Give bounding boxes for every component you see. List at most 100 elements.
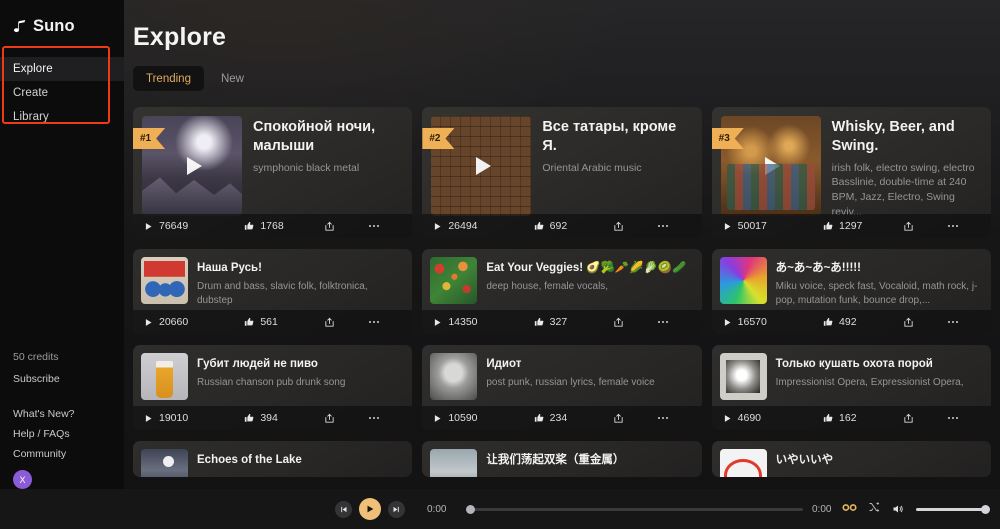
track-artwork[interactable] bbox=[141, 449, 188, 477]
track-card[interactable]: Идиот post punk, russian lyrics, female v… bbox=[422, 345, 702, 430]
link-help-faqs[interactable]: Help / FAQs bbox=[13, 424, 124, 444]
share-button[interactable] bbox=[324, 317, 368, 328]
shuffle-icon[interactable] bbox=[868, 500, 880, 518]
share-button[interactable] bbox=[324, 413, 368, 424]
seek-track bbox=[466, 507, 803, 511]
share-button[interactable] bbox=[613, 317, 657, 328]
share-icon bbox=[613, 221, 624, 232]
like-count-value: 1297 bbox=[839, 220, 863, 232]
sidebar-item-create[interactable]: Create bbox=[0, 81, 124, 105]
card-body: Губит людей не пиво Russian chanson pub d… bbox=[133, 345, 412, 400]
more-options-button[interactable] bbox=[368, 224, 401, 228]
track-card[interactable]: いやいいや bbox=[711, 441, 991, 477]
play-icon bbox=[144, 318, 153, 327]
more-options-button[interactable] bbox=[947, 320, 980, 324]
share-button[interactable] bbox=[903, 317, 947, 328]
like-count-value: 234 bbox=[549, 412, 568, 424]
sidebar-item-explore[interactable]: Explore bbox=[0, 57, 124, 81]
more-options-button[interactable] bbox=[947, 224, 980, 228]
track-title: Идиот bbox=[486, 358, 522, 370]
app-logo[interactable]: Suno bbox=[0, 11, 124, 41]
track-card[interactable]: #2 Все татары, кроме Я. Oriental Arabic mu… bbox=[422, 107, 702, 238]
subscribe-link[interactable]: Subscribe bbox=[13, 368, 124, 390]
play-count-value: 26494 bbox=[448, 220, 478, 232]
track-card[interactable]: Только кушать охота порой Impressionist O… bbox=[711, 345, 991, 430]
skip-back-button[interactable] bbox=[335, 500, 352, 518]
tab-trending[interactable]: Trending bbox=[133, 66, 204, 91]
link-community[interactable]: Community bbox=[13, 444, 124, 464]
play-count: 20660 bbox=[144, 316, 244, 328]
play-count-value: 10590 bbox=[448, 412, 478, 424]
share-icon bbox=[613, 317, 624, 328]
share-button[interactable] bbox=[903, 221, 947, 232]
transport-controls bbox=[335, 498, 405, 520]
sidebar-item-library[interactable]: Library bbox=[0, 105, 124, 129]
track-title: Наша Русь! bbox=[197, 262, 262, 274]
track-card[interactable]: Echoes of the Lake bbox=[133, 441, 413, 477]
seek-handle[interactable] bbox=[466, 504, 475, 514]
volume-slider[interactable] bbox=[916, 504, 990, 514]
footer-links: What's New? Help / FAQs Community bbox=[0, 404, 124, 464]
play-icon bbox=[433, 414, 442, 423]
track-meta: 让我们荡起双桨（重金属） bbox=[486, 449, 693, 477]
track-card[interactable]: あ~あ~あ~あ!!!!! Miku voice, speck fast, Voca… bbox=[711, 249, 991, 334]
track-card[interactable]: Eat Your Veggies! 🥑🥦🥕🌽🥬🥝🥒 deep house, fem… bbox=[422, 249, 702, 334]
track-title: Только кушать охота порой bbox=[775, 358, 933, 370]
tab-label: New bbox=[220, 72, 244, 85]
player-right-controls bbox=[842, 500, 1000, 518]
more-options-button[interactable] bbox=[657, 320, 690, 324]
share-icon bbox=[324, 317, 335, 328]
play-button[interactable] bbox=[359, 498, 381, 520]
share-icon bbox=[903, 221, 914, 232]
card-footer: 4690 162 bbox=[711, 406, 991, 430]
track-title: あ~あ~あ~あ!!!!! bbox=[775, 262, 861, 274]
like-count-value: 492 bbox=[839, 316, 857, 328]
track-card[interactable]: #3 Whisky, Beer, and Swing. irish folk, el… bbox=[711, 107, 991, 238]
share-button[interactable] bbox=[613, 221, 657, 232]
share-icon bbox=[324, 413, 335, 424]
track-artwork[interactable] bbox=[430, 449, 478, 477]
thumbs-up-icon bbox=[534, 221, 544, 231]
play-icon bbox=[433, 318, 442, 327]
track-artwork[interactable] bbox=[430, 257, 478, 304]
track-artwork[interactable] bbox=[719, 353, 767, 400]
track-artwork[interactable] bbox=[719, 257, 767, 304]
track-artwork[interactable] bbox=[430, 353, 478, 400]
like-count: 1768 bbox=[244, 220, 324, 232]
share-button[interactable] bbox=[324, 221, 368, 232]
more-options-button[interactable] bbox=[368, 320, 401, 324]
card-footer: 50017 1297 bbox=[711, 214, 991, 238]
more-options-button[interactable] bbox=[657, 416, 690, 420]
volume-icon[interactable] bbox=[891, 503, 905, 515]
track-card[interactable]: #1 Спокойной ночи, малыши symphonic black … bbox=[133, 107, 413, 238]
card-body: Спокойной ночи, малыши symphonic black me… bbox=[133, 107, 412, 225]
track-artwork[interactable] bbox=[141, 257, 188, 304]
track-card[interactable]: 让我们荡起双桨（重金属） bbox=[422, 441, 702, 477]
track-artwork[interactable] bbox=[141, 353, 188, 400]
total-time: 0:00 bbox=[812, 503, 832, 515]
play-count: 76649 bbox=[144, 220, 244, 232]
more-options-button[interactable] bbox=[657, 224, 690, 228]
seek-bar[interactable] bbox=[466, 503, 803, 515]
more-options-button[interactable] bbox=[368, 416, 401, 420]
sidebar-item-label: Explore bbox=[13, 63, 53, 75]
tab-new[interactable]: New bbox=[208, 66, 257, 91]
link-whats-new[interactable]: What's New? bbox=[13, 404, 124, 424]
play-icon bbox=[723, 414, 732, 423]
avatar[interactable]: X bbox=[13, 470, 32, 489]
share-button[interactable] bbox=[903, 413, 947, 424]
track-card[interactable]: Наша Русь! Drum and bass, slavic folk, fo… bbox=[133, 249, 413, 334]
volume-handle[interactable] bbox=[981, 504, 990, 514]
track-meta: Губит людей не пиво Russian chanson pub d… bbox=[197, 353, 404, 400]
play-icon bbox=[475, 157, 491, 175]
loop-infinite-icon[interactable] bbox=[842, 502, 857, 516]
more-options-button[interactable] bbox=[947, 416, 980, 420]
track-meta: Идиот post punk, russian lyrics, female v… bbox=[486, 353, 693, 400]
track-card[interactable]: Губит людей не пиво Russian chanson pub d… bbox=[133, 345, 413, 430]
card-body: Идиот post punk, russian lyrics, female v… bbox=[422, 345, 701, 400]
share-button[interactable] bbox=[613, 413, 657, 424]
card-body: Только кушать охота порой Impressionist O… bbox=[712, 345, 991, 400]
play-icon bbox=[144, 222, 153, 231]
skip-forward-button[interactable] bbox=[388, 500, 405, 518]
track-artwork[interactable] bbox=[719, 449, 767, 477]
